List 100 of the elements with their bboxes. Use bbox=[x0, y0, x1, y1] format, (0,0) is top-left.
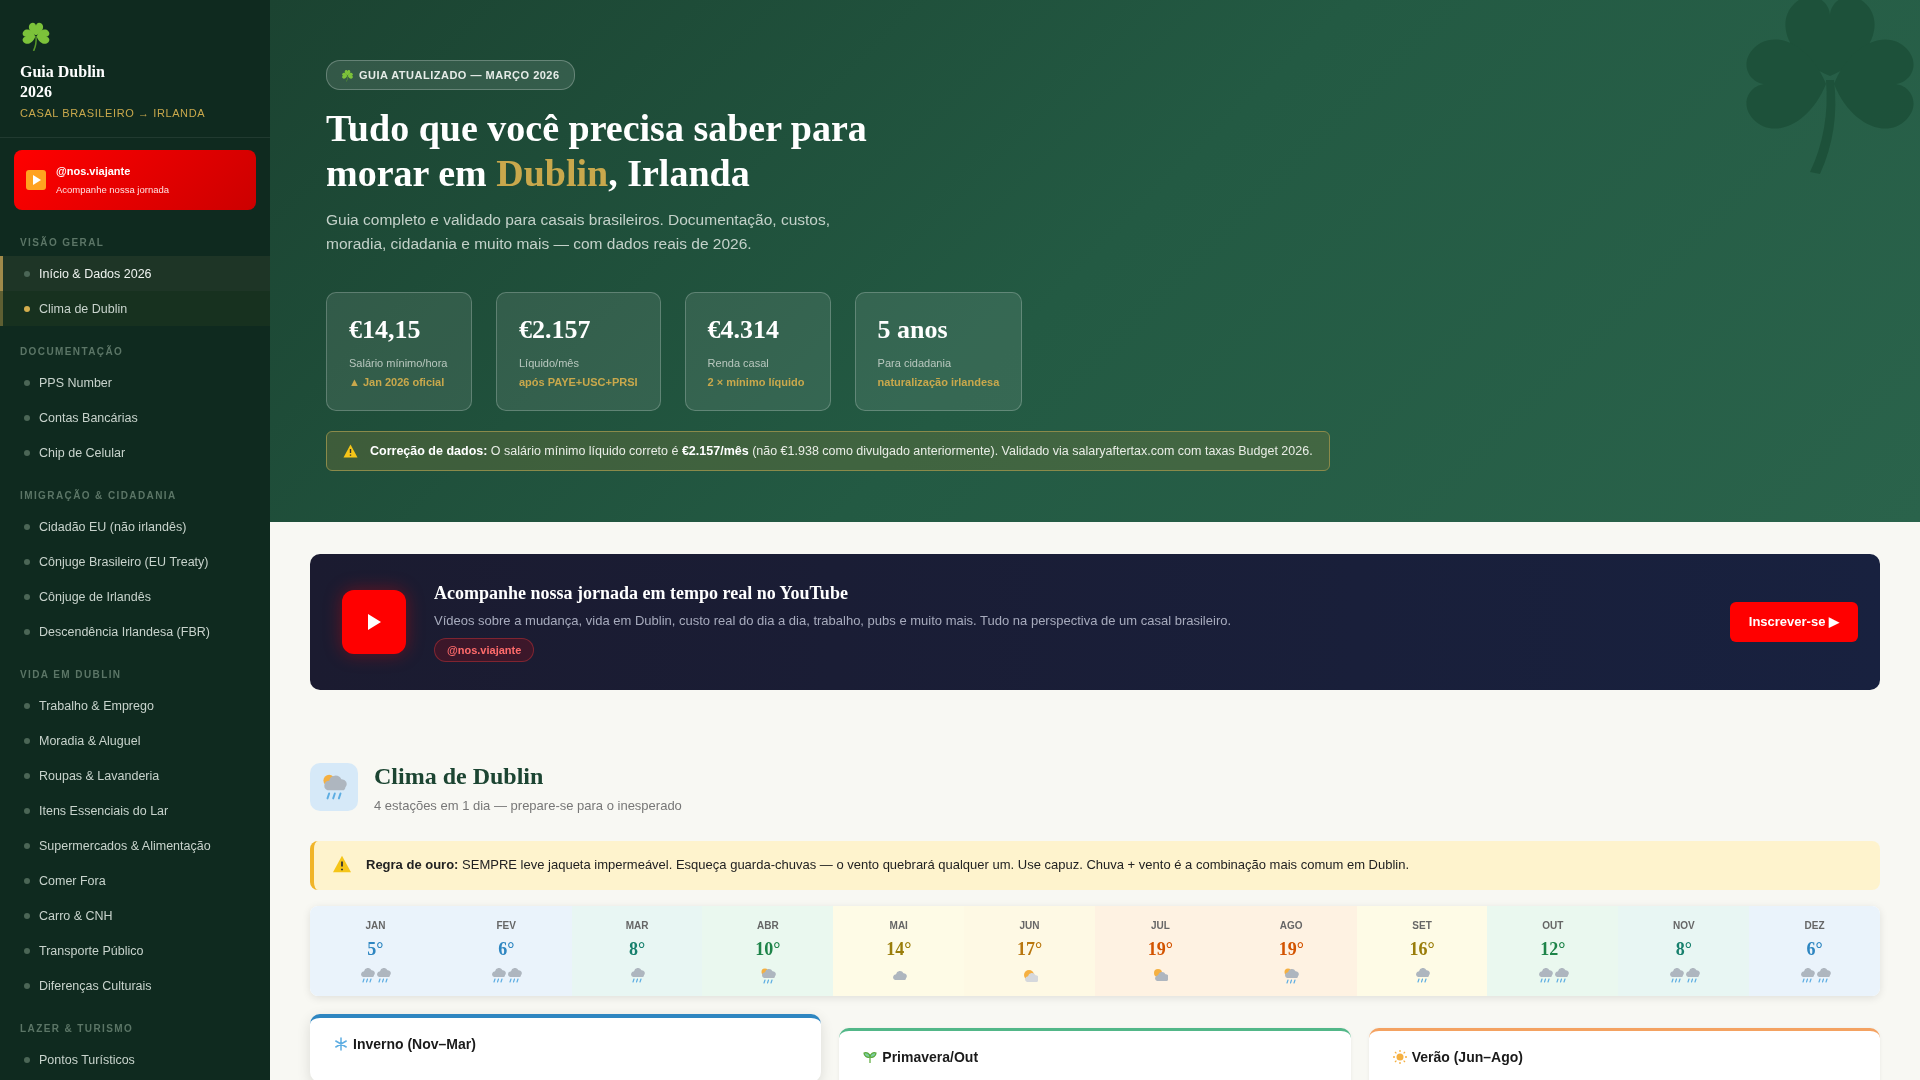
subscribe-button[interactable]: Inscrever-se ▶ bbox=[1729, 602, 1858, 642]
month-label: JUN bbox=[1019, 920, 1040, 931]
channel-card[interactable]: @nos.viajante Acompanhe nossa jornada bbox=[14, 150, 256, 211]
nav-item[interactable]: Início & Dados 2026 bbox=[0, 256, 270, 292]
stat-note: naturalização irlandesa bbox=[877, 375, 1000, 388]
nav-item[interactable]: Moradia & Aluguel bbox=[0, 723, 270, 759]
month-temperature: 10° bbox=[755, 939, 781, 960]
warning-icon bbox=[332, 855, 352, 873]
section-title: Clima de Dublin bbox=[374, 763, 545, 790]
sun-cloud-icon bbox=[1021, 968, 1038, 984]
nav-item[interactable]: Trabalho & Emprego bbox=[0, 688, 270, 724]
nav-section-label: IMIGRAÇÃO & CIDADANIA bbox=[19, 489, 178, 504]
hero-lead: Guia completo e validado para casais brasileiros. Documentação, custos, moradia, cidadania e muito mais — com dados reais de 2026. bbox=[326, 209, 831, 254]
hero-headline: Tudo que você precisa saber para morar em Dublin, Irlanda bbox=[326, 106, 868, 196]
channel-caption: Acompanhe nossa jornada bbox=[56, 184, 170, 196]
rain-clouds-icon bbox=[1536, 968, 1569, 984]
stat-note: ▲ Jan 2026 oficial bbox=[349, 375, 446, 388]
month-temperature: 6° bbox=[498, 939, 515, 960]
rain-cloud-icon bbox=[1414, 968, 1431, 984]
stat-label: Líquido/mês bbox=[519, 356, 580, 369]
youtube-logo-icon bbox=[342, 590, 406, 654]
nav-section-label: VISÃO GERAL bbox=[19, 236, 106, 251]
month-temperature: 8° bbox=[1675, 939, 1692, 960]
rain-clouds-icon bbox=[1667, 968, 1700, 984]
nav-item[interactable]: Transporte Público bbox=[0, 933, 270, 969]
stat-label: Salário mínimo/hora bbox=[349, 356, 449, 369]
month-label: JUL bbox=[1150, 920, 1170, 931]
stat-value: €4.314 bbox=[707, 314, 781, 345]
month-temperature: 17° bbox=[1016, 939, 1043, 960]
shamrock-logo-icon bbox=[20, 20, 52, 52]
rain-clouds-icon bbox=[359, 968, 392, 984]
month-label: FEV bbox=[496, 920, 516, 931]
nav-item[interactable]: Cidadão EU (não irlandês) bbox=[0, 509, 270, 545]
nav-item[interactable]: PPS Number bbox=[0, 365, 270, 401]
sun-icon bbox=[1392, 1050, 1407, 1064]
nav-item[interactable]: Chip de Celular bbox=[0, 435, 270, 471]
nav-item[interactable]: Cônjuge Brasileiro (EU Treaty) bbox=[0, 544, 270, 580]
site-subtitle: CASAL BRASILEIRO → IRLANDA bbox=[20, 107, 207, 120]
month-label: MAR bbox=[625, 920, 649, 931]
stat-label: Para cidadania bbox=[877, 356, 952, 369]
nav-item[interactable]: Roupas & Lavanderia bbox=[0, 758, 270, 794]
month-temperature: 12° bbox=[1540, 939, 1566, 960]
month-label: AGO bbox=[1279, 920, 1303, 931]
nav-section-label: LAZER & TURISMO bbox=[19, 1022, 135, 1037]
month-label: OUT bbox=[1542, 920, 1564, 931]
nav-item[interactable]: Carro & CNH bbox=[0, 898, 270, 934]
month-temperature: 8° bbox=[628, 939, 646, 960]
nav-item[interactable]: Supermercados & Alimentação bbox=[0, 828, 270, 864]
month-temperature: 6° bbox=[1806, 939, 1823, 960]
stat-note: após PAYE+USC+PRSI bbox=[519, 375, 638, 388]
month-temperature: 14° bbox=[886, 939, 912, 960]
month-label: NOV bbox=[1672, 920, 1695, 931]
nav-section-label: DOCUMENTAÇÃO bbox=[19, 345, 125, 360]
stat-value: €2.157 bbox=[519, 314, 592, 345]
notice-text: Correção de dados: O salário mínimo líquido correto é €2.157/mês (não €1.938 como divulgado anteriormente). Validado via salaryaftertax.com com taxas Budget 2026. bbox=[370, 443, 1313, 458]
nav-item[interactable]: Cônjuge de Irlandês bbox=[0, 579, 270, 615]
month-label: ABR bbox=[757, 920, 779, 931]
nav-item[interactable]: Itens Essenciais do Lar bbox=[0, 793, 270, 829]
sun-rain-cloud-icon bbox=[321, 774, 347, 800]
nav-item[interactable]: Clima de Dublin bbox=[0, 291, 270, 327]
snowflake-icon bbox=[334, 1037, 348, 1051]
month-temperature: 19° bbox=[1147, 939, 1173, 960]
sprout-icon bbox=[863, 1050, 878, 1064]
rain-clouds-icon bbox=[1798, 968, 1831, 984]
stat-value: €14,15 bbox=[349, 314, 422, 345]
month-label: DEZ bbox=[1804, 920, 1825, 931]
nav-item[interactable]: Contas Bancárias bbox=[0, 400, 270, 436]
month-temperature: 19° bbox=[1278, 939, 1304, 960]
channel-handle: @nos.viajante bbox=[56, 165, 132, 178]
rain-cloud-icon bbox=[629, 968, 646, 984]
nav-item[interactable]: Descendência Irlandesa (FBR) bbox=[0, 614, 270, 650]
nav-item[interactable]: Pontos Turísticos bbox=[0, 1042, 270, 1078]
sun-rain-cloud-icon bbox=[759, 968, 776, 984]
month-label: MAI bbox=[889, 920, 908, 931]
shamrock-icon bbox=[341, 68, 354, 82]
badge-text: GUIA ATUALIZADO — MARÇO 2026 bbox=[359, 69, 560, 81]
month-label: SET bbox=[1412, 920, 1432, 931]
rule-text: Regra de ouro: SEMPRE leve jaqueta impermeável. Esqueça guarda-chuvas — o vento quebrará qualquer um. Use capuz. Chuva + vento é a combinação mais comum em Dublin. bbox=[366, 856, 1410, 872]
stat-value: 5 anos bbox=[877, 314, 949, 345]
month-temperature: 5° bbox=[367, 939, 384, 960]
month-temperature: 16° bbox=[1409, 939, 1435, 960]
season-title: Verão (Jun–Ago) bbox=[1411, 1049, 1523, 1065]
stat-note: 2 × mínimo líquido bbox=[707, 375, 806, 388]
stat-label: Renda casal bbox=[707, 356, 770, 369]
site-title: Guia Dublin 2026 bbox=[20, 62, 106, 102]
nav-section-label: VIDA EM DUBLIN bbox=[19, 668, 123, 683]
nav-item[interactable]: Comer Fora bbox=[0, 863, 270, 899]
season-title: Primavera/Out bbox=[882, 1049, 979, 1065]
month-label: JAN bbox=[365, 920, 386, 931]
section-subtitle: 4 estações em 1 dia — prepare-se para o inesperado bbox=[374, 798, 682, 813]
banner-title: Acompanhe nossa jornada em tempo real no YouTube bbox=[434, 582, 849, 604]
sun-cloud-icon bbox=[1152, 968, 1169, 984]
nav-item[interactable]: Diferenças Culturais bbox=[0, 968, 270, 1004]
channel-tag: @nos.viajante bbox=[434, 637, 535, 662]
rain-clouds-icon bbox=[490, 968, 523, 984]
warning-icon bbox=[343, 443, 358, 458]
sun-rain-cloud-icon bbox=[1283, 968, 1300, 984]
banner-description: Vídeos sobre a mudança, vida em Dublin, custo real do dia a dia, trabalho, pubs e muito mais. Tudo na perspectiva de um casal brasileiro. bbox=[434, 612, 1233, 628]
play-icon bbox=[26, 170, 46, 191]
season-title: Inverno (Nov–Mar) bbox=[353, 1036, 476, 1052]
